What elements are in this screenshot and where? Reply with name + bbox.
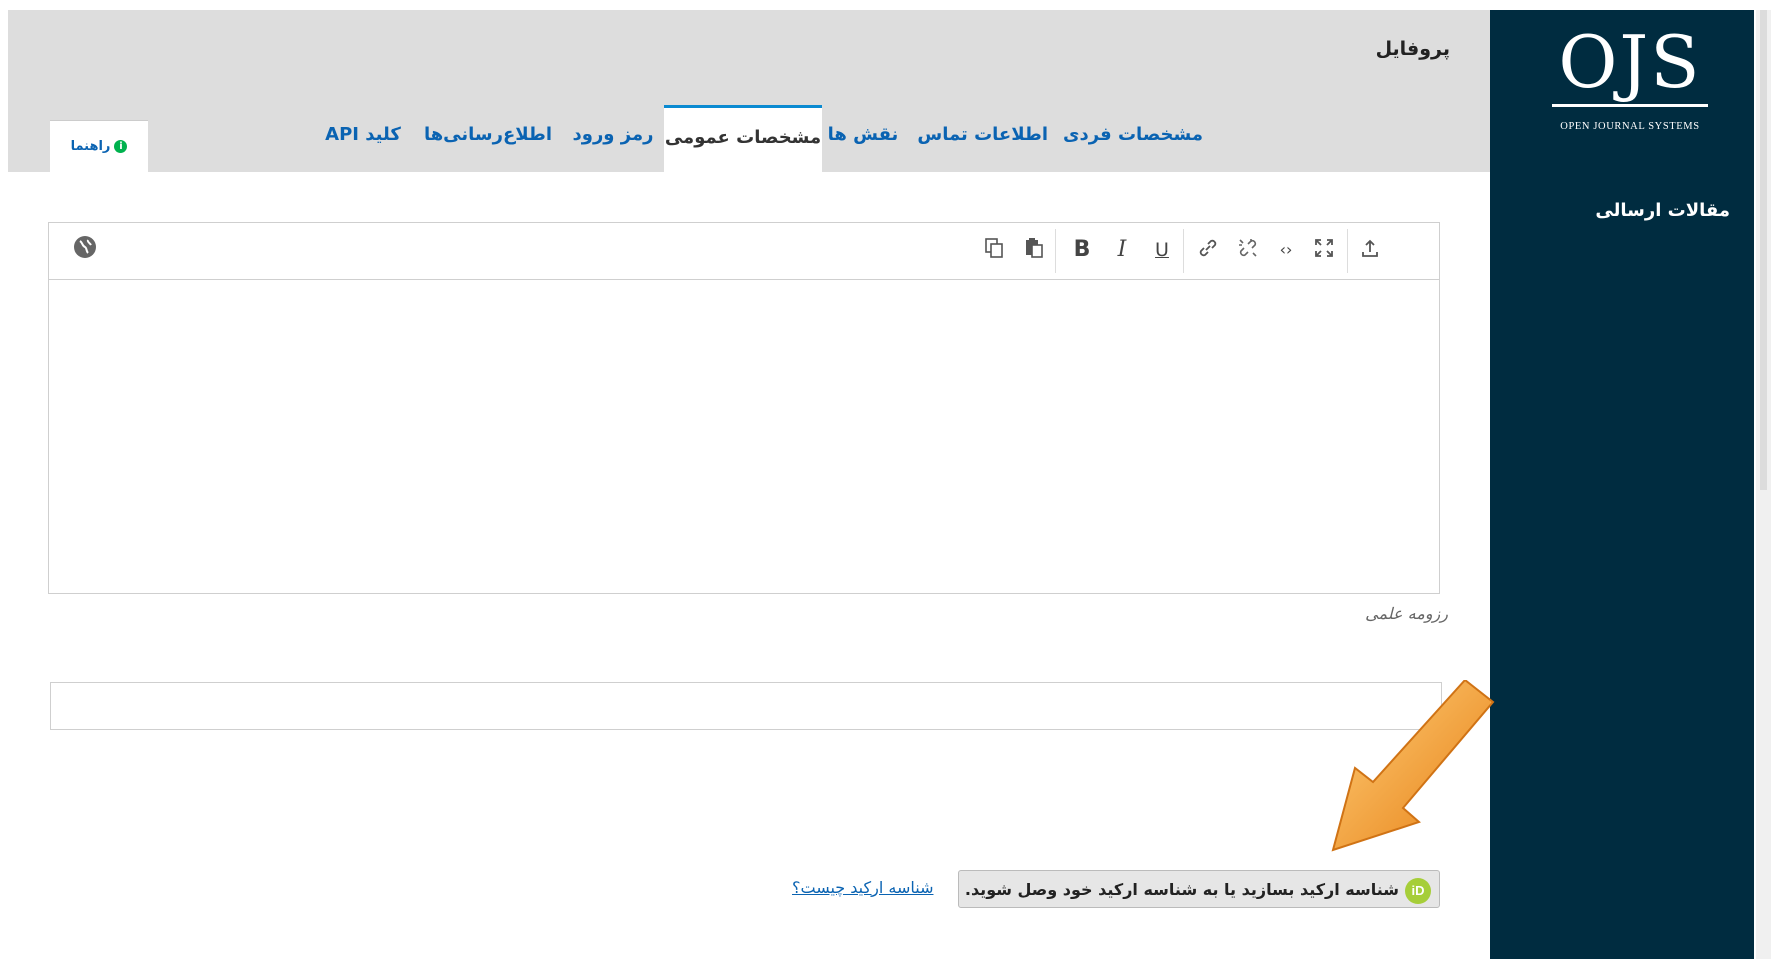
tab-password[interactable]: رمز ورود <box>568 105 658 172</box>
scrollbar[interactable] <box>1756 10 1771 959</box>
sidebar-item-submissions[interactable]: مقالات ارسالی <box>1595 200 1730 221</box>
code-icon[interactable]: ‹› <box>1271 237 1301 263</box>
paste-icon[interactable] <box>1019 237 1049 263</box>
scrollbar-thumb[interactable] <box>1760 10 1767 490</box>
toolbar-separator <box>1347 229 1348 273</box>
page-title: پروفایل <box>1375 38 1450 60</box>
editor-toolbar: B I U ‹› <box>49 223 1439 280</box>
help-label: راهنما <box>70 139 111 154</box>
italic-button[interactable]: I <box>1107 237 1137 263</box>
help-button[interactable]: iراهنما <box>50 120 148 173</box>
tab-bar: مشخصات فردی اطلاعات تماس نقش ها مشخصات ع… <box>8 105 1490 172</box>
tab-identity[interactable]: مشخصات فردی <box>1058 105 1208 172</box>
bold-button[interactable]: B <box>1067 237 1097 263</box>
logo-subtitle: OPEN JOURNAL SYSTEMS <box>1560 121 1700 132</box>
orcid-icon: iD <box>1405 877 1431 904</box>
sidebar-nav: مقالات ارسالی <box>1595 200 1730 221</box>
sidebar: OJS OPEN JOURNAL SYSTEMS مقالات ارسالی <box>1490 10 1754 959</box>
logo-letters: OJS <box>1552 20 1708 107</box>
toolbar-separator <box>1055 229 1056 273</box>
biography-label: رزومه علمی <box>1365 604 1448 623</box>
biography-editor-body[interactable] <box>49 280 1439 593</box>
ojs-logo[interactable]: OJS OPEN JOURNAL SYSTEMS <box>1550 20 1710 150</box>
underline-button[interactable]: U <box>1147 237 1177 263</box>
unlink-icon[interactable] <box>1233 237 1263 263</box>
orcid-connect-button[interactable]: iD شناسه ارکید بسازید یا به شناسه ارکید خ… <box>958 870 1440 908</box>
tab-contact[interactable]: اطلاعات تماس <box>917 105 1048 172</box>
tab-roles[interactable]: نقش ها <box>823 105 903 172</box>
link-icon[interactable] <box>1193 237 1223 263</box>
rich-text-editor: B I U ‹› <box>48 222 1440 594</box>
fullscreen-icon[interactable] <box>1309 237 1339 263</box>
toolbar-separator <box>1183 229 1184 273</box>
info-icon: i <box>114 140 128 153</box>
annotation-arrow <box>1331 680 1495 852</box>
url-input[interactable] <box>50 682 1442 730</box>
upload-icon[interactable] <box>1355 237 1385 263</box>
orcid-button-label: شناسه ارکید بسازید یا به شناسه ارکید خود… <box>964 880 1399 899</box>
tab-public[interactable]: مشخصات عمومی <box>664 105 822 172</box>
tab-notifications[interactable]: اطلاع‌رسانی‌ها <box>423 105 553 172</box>
tab-api-key[interactable]: کلید API <box>318 105 408 172</box>
globe-icon[interactable] <box>73 235 97 259</box>
orcid-help-link[interactable]: شناسه ارکید چیست؟ <box>792 878 933 897</box>
page-header: پروفایل مشخصات فردی اطلاعات تماس نقش ها … <box>8 10 1490 173</box>
copy-icon[interactable] <box>979 237 1009 263</box>
